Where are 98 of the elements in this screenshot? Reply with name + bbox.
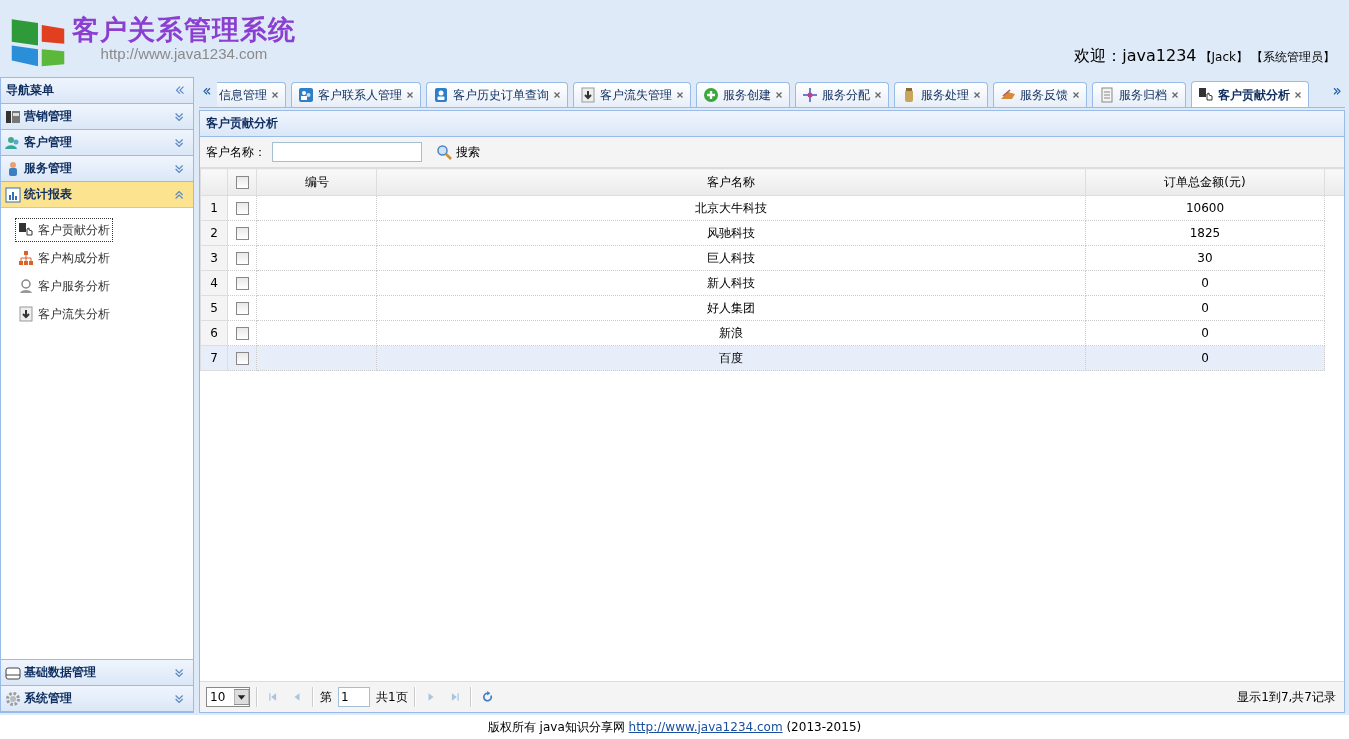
table-cell: 北京大牛科技 <box>695 200 767 215</box>
close-icon <box>1072 91 1080 99</box>
row-number: 2 <box>210 226 218 240</box>
tab[interactable]: 服务处理 <box>894 82 988 107</box>
row-number: 6 <box>210 326 218 340</box>
page-size-select[interactable]: 10 <box>206 687 250 707</box>
checkbox[interactable] <box>235 302 249 315</box>
close-icon <box>406 91 414 99</box>
table-cell: 百度 <box>719 350 743 365</box>
close-icon <box>1171 91 1179 99</box>
site-url: http://www.java1234.com <box>100 46 268 62</box>
tab[interactable]: 服务创建 <box>696 82 790 107</box>
plus-icon <box>703 87 719 103</box>
accordion-header[interactable]: 营销管理 <box>1 104 193 130</box>
person-icon <box>433 87 449 103</box>
people-icon <box>298 87 314 103</box>
table-cell: 0 <box>1201 351 1209 365</box>
checkbox[interactable] <box>235 202 249 215</box>
menu-item[interactable]: 客户流失分析 <box>15 302 113 326</box>
close-icon <box>775 91 783 99</box>
tab[interactable]: 客户联系人管理 <box>291 82 421 107</box>
close-icon <box>271 91 279 99</box>
users-icon <box>5 134 21 151</box>
table-cell: 新人科技 <box>707 275 755 290</box>
menu-item[interactable]: 客户服务分析 <box>15 274 113 298</box>
table-cell: 10600 <box>1185 201 1225 215</box>
table-cell: 0 <box>1201 301 1209 315</box>
pointer-icon <box>1198 87 1214 103</box>
page-label: 第 <box>320 688 332 706</box>
search-button[interactable]: 搜索 <box>432 141 484 163</box>
tab[interactable]: 服务分配 <box>795 82 889 107</box>
document-icon <box>1099 87 1115 103</box>
accordion-header[interactable]: 基础数据管理 <box>1 660 193 686</box>
row-number: 5 <box>210 301 218 315</box>
checkbox[interactable] <box>235 352 249 365</box>
page-total: 共1页 <box>376 688 408 706</box>
table-cell: 1825 <box>1189 226 1221 240</box>
tab[interactable]: 客户流失管理 <box>573 82 691 107</box>
table-cell: 好人集团 <box>707 300 755 315</box>
page-number-field[interactable]: 1 <box>338 687 370 707</box>
checkbox[interactable] <box>235 227 249 240</box>
drive-icon <box>5 664 21 681</box>
register-icon <box>5 108 21 125</box>
close-icon <box>676 91 684 99</box>
welcome-text: 欢迎：java1234 <box>1074 46 1197 67</box>
footer-link[interactable]: http://www.java1234.com <box>628 719 783 734</box>
checkbox[interactable] <box>235 277 249 290</box>
tab[interactable]: 服务反馈 <box>993 82 1087 107</box>
column-header: 订单总金额(元) <box>1085 168 1325 196</box>
dropdown-icon <box>234 689 249 705</box>
user-role: 【系统管理员】 <box>1251 49 1335 66</box>
close-icon <box>553 91 561 99</box>
row-number: 4 <box>210 276 218 290</box>
close-icon <box>973 91 981 99</box>
last-page-icon <box>449 691 460 703</box>
person-icon <box>18 278 34 294</box>
table-cell: 新浪 <box>719 325 743 340</box>
user-nickname: 【Jack】 <box>1199 49 1248 66</box>
sidebar-title: 导航菜单 <box>6 82 55 99</box>
panel-title: 客户贡献分析 <box>206 115 278 132</box>
app-title: 客户关系管理系统 <box>72 14 296 46</box>
table-cell: 0 <box>1201 276 1209 290</box>
select-all-checkbox[interactable] <box>235 176 249 189</box>
bar-chart-icon <box>5 186 21 203</box>
table-cell: 30 <box>1197 251 1213 265</box>
checkbox[interactable] <box>235 252 249 265</box>
search-icon <box>436 144 452 160</box>
search-field[interactable] <box>272 142 422 162</box>
column-header: 编号 <box>256 168 377 196</box>
close-icon <box>1294 91 1302 99</box>
row-number: 3 <box>210 251 218 265</box>
gear-icon <box>5 690 21 707</box>
accordion-header[interactable]: 服务管理 <box>1 156 193 182</box>
tab[interactable]: 客户贡献分析 <box>1191 81 1309 107</box>
first-page-icon <box>268 691 278 703</box>
checkbox[interactable] <box>235 327 249 340</box>
accordion-header[interactable]: 客户管理 <box>1 130 193 156</box>
accordion-header[interactable]: 统计报表 <box>1 182 193 208</box>
org-chart-icon <box>18 250 34 266</box>
field-label: 客户名称： <box>206 143 266 161</box>
tab[interactable]: 服务归档 <box>1092 82 1186 107</box>
menu-item[interactable]: 客户构成分析 <box>15 246 113 270</box>
table-cell: 巨人科技 <box>707 250 755 265</box>
close-icon <box>874 91 882 99</box>
row-number: 7 <box>210 351 218 365</box>
pointer-icon <box>18 222 34 238</box>
menu-item[interactable]: 客户贡献分析 <box>15 218 113 242</box>
column-header: 客户名称 <box>376 168 1086 196</box>
accordion-header[interactable]: 系统管理 <box>1 686 193 712</box>
page-summary: 显示1到7,共7记录 <box>1237 688 1336 706</box>
tab[interactable]: 客户历史订单查询 <box>426 82 568 107</box>
row-number: 1 <box>210 201 218 215</box>
footer-text: 版权所有 java知识分享网 http://www.java1234.com (2013-2015) <box>487 718 862 736</box>
refresh-icon <box>481 691 494 703</box>
previous-page-icon <box>292 691 302 703</box>
table-cell: 0 <box>1201 326 1209 340</box>
table-cell: 风驰科技 <box>707 225 755 240</box>
tab[interactable]: 信息管理 <box>217 82 286 107</box>
